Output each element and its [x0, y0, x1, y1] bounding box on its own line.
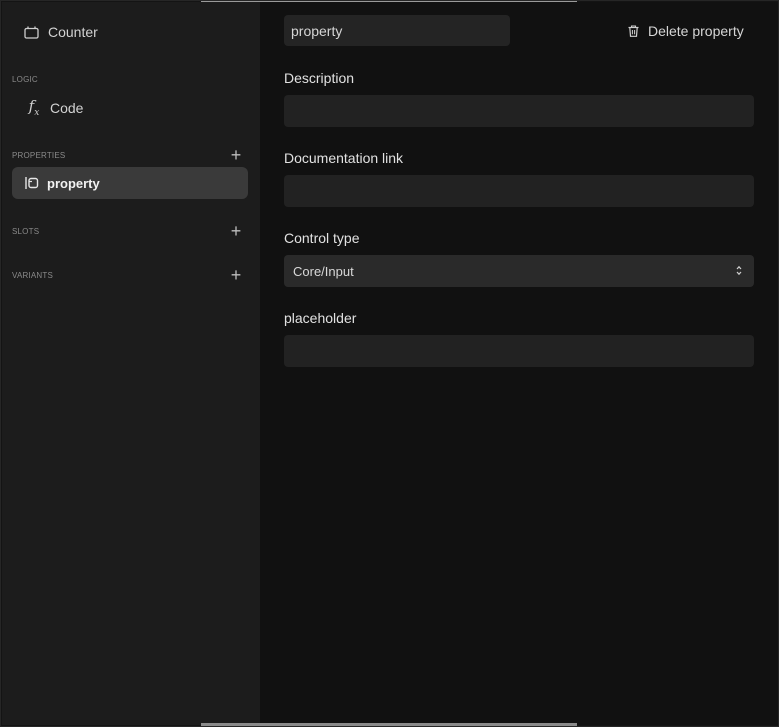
sidebar-item-code-label: Code: [50, 100, 84, 116]
section-logic-label: LOGIC: [12, 75, 38, 84]
add-slot-button[interactable]: +: [230, 222, 242, 240]
control-type-select[interactable]: Core/Input: [284, 255, 754, 287]
component-header[interactable]: Counter: [24, 22, 98, 42]
editor-window: Counter LOGIC fx Code PROPERTIES + prope…: [0, 0, 779, 727]
trash-icon: [628, 25, 639, 37]
function-icon: fx: [28, 96, 40, 118]
sidebar-item-property[interactable]: property: [12, 167, 248, 199]
delete-property-button[interactable]: Delete property: [628, 22, 744, 40]
section-properties-label: PROPERTIES: [12, 151, 66, 160]
delete-property-label: Delete property: [648, 23, 744, 39]
property-icon: [25, 176, 39, 190]
description-label: Description: [284, 70, 355, 86]
sidebar: Counter LOGIC fx Code PROPERTIES + prope…: [2, 2, 260, 725]
add-property-button[interactable]: +: [230, 146, 242, 164]
control-type-label: Control type: [284, 230, 360, 246]
placeholder-input[interactable]: [284, 335, 754, 367]
window-bottom-handle[interactable]: [201, 723, 577, 726]
control-type-value: Core/Input: [293, 263, 354, 279]
property-name-input[interactable]: property: [284, 15, 510, 46]
section-variants-label: VARIANTS: [12, 271, 54, 280]
component-name: Counter: [48, 24, 98, 40]
documentation-link-input[interactable]: [284, 175, 754, 207]
section-slots-label: SLOTS: [12, 227, 40, 236]
placeholder-label: placeholder: [284, 310, 357, 326]
property-editor: property Delete property Description Doc…: [260, 2, 778, 725]
sidebar-item-code[interactable]: fx Code: [26, 96, 84, 118]
documentation-link-label: Documentation link: [284, 150, 404, 166]
component-icon: [24, 26, 39, 39]
sidebar-item-property-label: property: [47, 175, 100, 191]
chevron-updown-icon: [736, 265, 742, 276]
add-variant-button[interactable]: +: [230, 266, 242, 284]
description-input[interactable]: [284, 95, 754, 127]
